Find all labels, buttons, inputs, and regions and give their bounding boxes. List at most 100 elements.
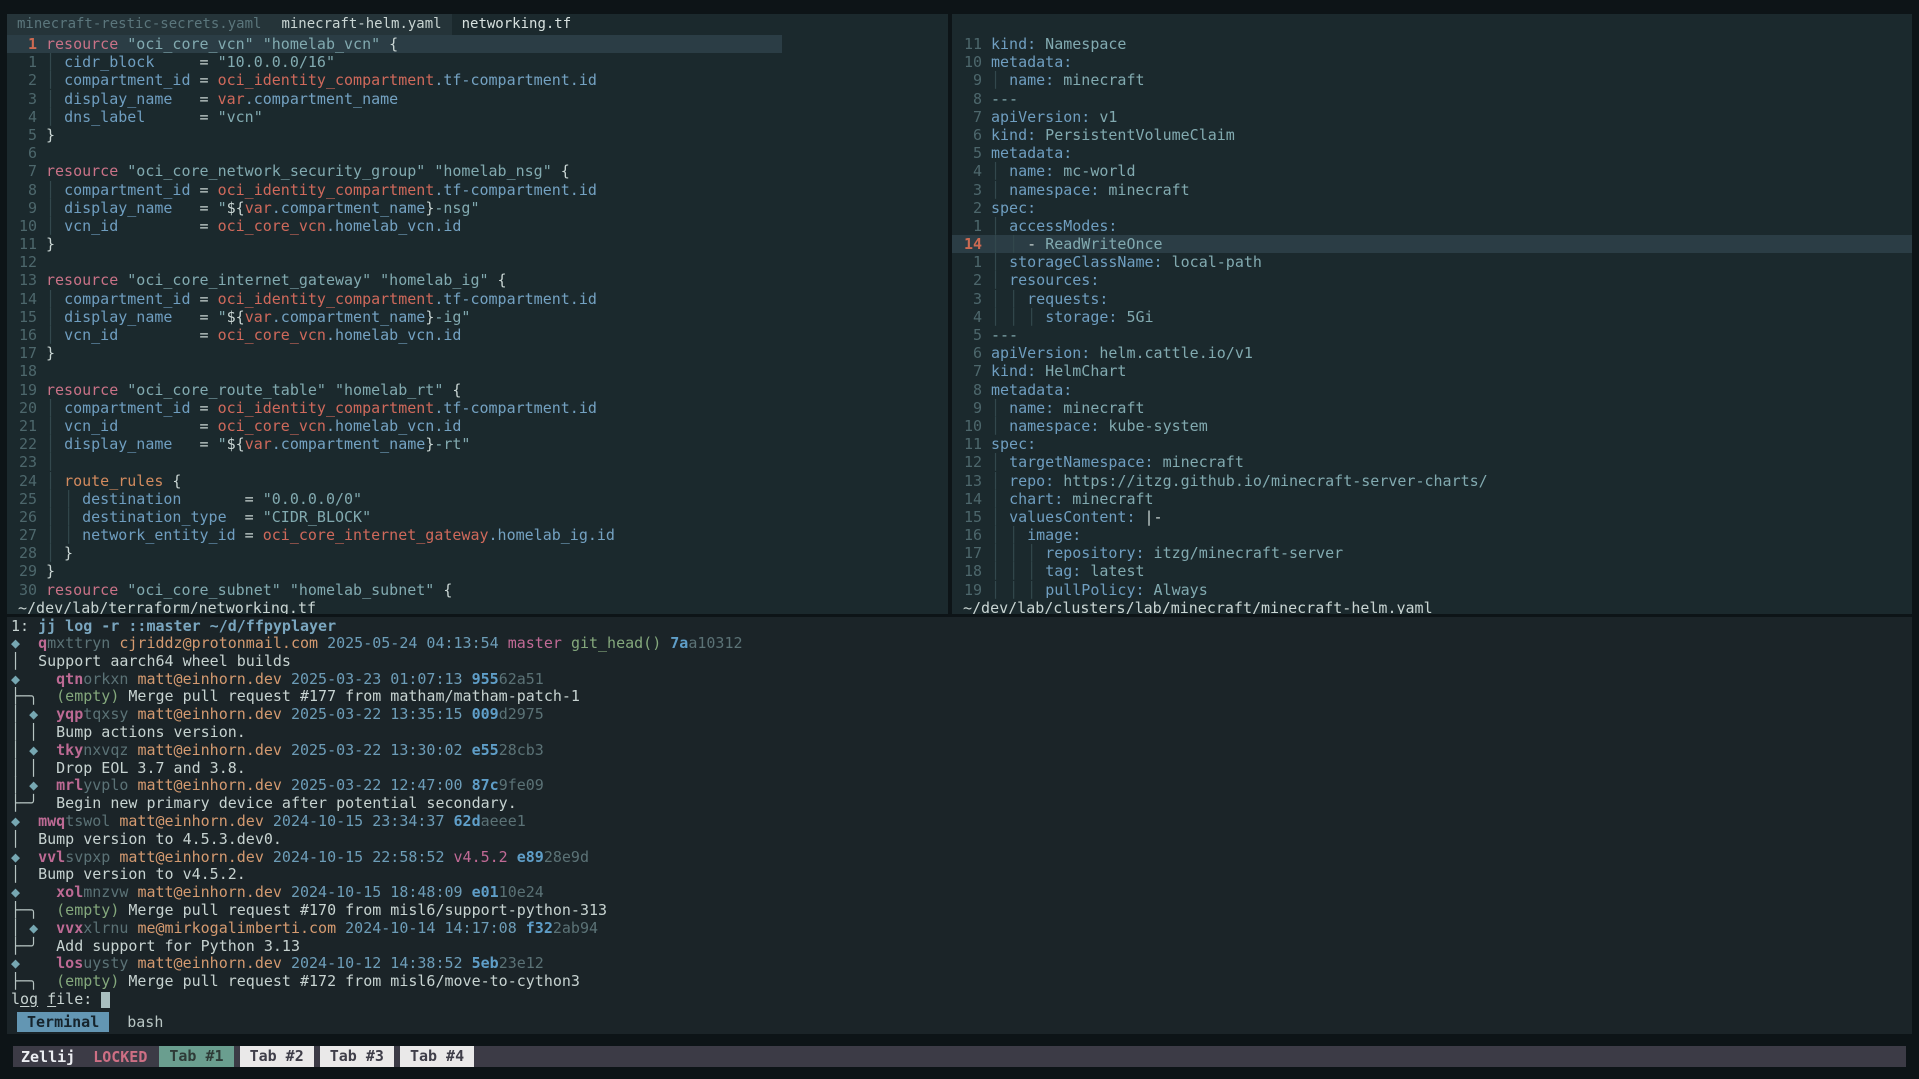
line-number: 8 [7, 181, 37, 199]
code-line: 18│ │ │ tag: latest [952, 562, 1912, 580]
terminal-pane[interactable]: 1: jj log -r ::master ~/d/ffpyplayer ◆ q… [7, 617, 1912, 1034]
editor-lines: 1resource "oci_core_vcn" "homelab_vcn" {… [7, 35, 948, 599]
line-text: ◆ mwqtswol matt@einhorn.dev 2024-10-15 2… [11, 813, 526, 831]
line-text: │ route_rules { [46, 472, 181, 490]
line-text: metadata: [991, 144, 1072, 162]
line-text: │ vcn_id = oci_core_vcn.homelab_vcn.id [46, 417, 461, 435]
code-line: 5metadata: [952, 144, 1912, 162]
line-text: │ repo: https://itzg.github.io/minecraft… [991, 472, 1488, 490]
line-text: ├─╯ Begin new primary device after poten… [11, 795, 517, 813]
code-line: 3│ namespace: minecraft [952, 181, 1912, 199]
zellij-tab-3[interactable]: Tab #3 [320, 1046, 394, 1067]
line-text: spec: [991, 199, 1036, 217]
line-text: │ │ network_entity_id = oci_core_interne… [46, 526, 615, 544]
line-text: ├─╮ (empty) Merge pull request #177 from… [11, 688, 580, 706]
code-line: 1 │ cidr_block = "10.0.0.0/16" [7, 53, 948, 71]
line-text: │ cidr_block = "10.0.0.0/16" [46, 53, 335, 71]
line-text: │ compartment_id = oci_identity_compartm… [46, 290, 597, 308]
code-line: 3│ │ requests: [952, 290, 1912, 308]
code-line: 23│ [7, 453, 948, 471]
code-line: 15│ valuesContent: |- [952, 508, 1912, 526]
line-number: 4 [952, 308, 982, 326]
line-text: ◆ xolmnzvw matt@einhorn.dev 2024-10-15 1… [11, 884, 544, 902]
code-line: ├─╮ (empty) Merge pull request #170 from… [11, 902, 1912, 920]
line-number: 2 [952, 271, 982, 289]
code-line: 7kind: HelmChart [952, 362, 1912, 380]
line-text: │ │ destination_type = "CIDR_BLOCK" [46, 508, 371, 526]
line-text [46, 144, 55, 162]
line-number: 19 [952, 581, 982, 599]
line-text: │ display_name = var.compartment_name [46, 90, 398, 108]
line-text: │ } [46, 544, 73, 562]
line-text: resource "oci_core_internet_gateway" "ho… [46, 271, 507, 289]
terminal-tab-bash[interactable]: bash [127, 1012, 163, 1032]
line-number: 3 [952, 290, 982, 308]
line-text: │ │ - ReadWriteOnce [991, 235, 1163, 253]
buffer-tab-minecraft-restic-secrets.yaml[interactable]: minecraft-restic-secrets.yaml [7, 14, 271, 35]
code-line: 17} [7, 344, 948, 362]
line-text: │ dns_label = "vcn" [46, 108, 263, 126]
line-number: 7 [7, 162, 37, 180]
line-number: 16 [952, 526, 982, 544]
code-line: 11spec: [952, 435, 1912, 453]
line-number: 28 [7, 544, 37, 562]
line-number: 11 [952, 435, 982, 453]
line-number: 4 [952, 162, 982, 180]
line-number: 18 [7, 362, 37, 380]
line-text: │ vcn_id = oci_core_vcn.homelab_vcn.id [46, 217, 461, 235]
code-line: 14│ compartment_id = oci_identity_compar… [7, 290, 948, 308]
line-text: │ ◆ vvxxlrnu me@mirkogalimberti.com 2024… [11, 920, 598, 938]
line-number: 26 [7, 508, 37, 526]
code-line: 19resource "oci_core_route_table" "homel… [7, 381, 948, 399]
line-number: 3 [952, 181, 982, 199]
editor-pane-networking: minecraft-restic-secrets.yamlminecraft-h… [7, 14, 948, 614]
line-text: │ [46, 453, 55, 471]
line-number: 8 [952, 90, 982, 108]
mode-indicator: LOCKED [93, 1048, 147, 1066]
line-number: 25 [7, 490, 37, 508]
line-number: 17 [7, 344, 37, 362]
line-number: 12 [952, 453, 982, 471]
line-text: │ │ Drop EOL 3.7 and 3.8. [11, 760, 246, 778]
buffer-tab-networking.tf[interactable]: networking.tf [452, 14, 582, 35]
line-text: │ storageClassName: local-path [991, 253, 1262, 271]
line-text [46, 362, 55, 380]
terminal-tab-terminal[interactable]: Terminal [17, 1012, 109, 1032]
line-text: │ ◆ yqptqxsy matt@einhorn.dev 2025-03-22… [11, 706, 544, 724]
code-line: 5--- [952, 326, 1912, 344]
code-line: 7resource "oci_core_network_security_gro… [7, 162, 948, 180]
code-line: │ │ Drop EOL 3.7 and 3.8. [11, 760, 1912, 778]
code-line: 10metadata: [952, 53, 1912, 71]
code-line: 12 [7, 253, 948, 271]
code-line: ├─╮ (empty) Merge pull request #172 from… [11, 973, 1912, 991]
line-text: │ compartment_id = oci_identity_compartm… [46, 71, 597, 89]
line-text: resource "oci_core_subnet" "homelab_subn… [46, 581, 452, 599]
line-number: 24 [7, 472, 37, 490]
line-number: 13 [7, 271, 37, 289]
line-text: │ vcn_id = oci_core_vcn.homelab_vcn.id [46, 326, 461, 344]
code-line: 17│ │ │ repository: itzg/minecraft-serve… [952, 544, 1912, 562]
code-line: 14│ chart: minecraft [952, 490, 1912, 508]
code-line: 1│ storageClassName: local-path [952, 253, 1912, 271]
line-text: │ ◆ tkynxvqz matt@einhorn.dev 2025-03-22… [11, 742, 544, 760]
line-number: 6 [952, 344, 982, 362]
line-text: │ │ image: [991, 526, 1081, 544]
code-line: ◆ qmxttryn cjriddz@protonmail.com 2025-0… [11, 635, 1912, 653]
line-number: 11 [952, 35, 982, 53]
line-number: 19 [7, 381, 37, 399]
code-line: │ Support aarch64 wheel builds [11, 653, 1912, 671]
zellij-tab-1[interactable]: Tab #1 [159, 1046, 233, 1067]
line-number: 1 [7, 53, 37, 71]
buffer-tab-minecraft-helm.yaml[interactable]: minecraft-helm.yaml [271, 14, 451, 35]
pane-title: 1: jj log -r ::master ~/d/ffpyplayer [7, 617, 1912, 635]
line-text: } [46, 126, 55, 144]
line-number: 6 [952, 126, 982, 144]
terminal-lines: ◆ qmxttryn cjriddz@protonmail.com 2025-0… [7, 635, 1912, 1009]
code-line: ├─╯ Begin new primary device after poten… [11, 795, 1912, 813]
line-text: │ compartment_id = oci_identity_compartm… [46, 399, 597, 417]
code-line: 29} [7, 562, 948, 580]
zellij-tab-2[interactable]: Tab #2 [240, 1046, 314, 1067]
line-text: --- [991, 90, 1018, 108]
zellij-tab-4[interactable]: Tab #4 [400, 1046, 474, 1067]
code-line: │ ◆ yqptqxsy matt@einhorn.dev 2025-03-22… [11, 706, 1912, 724]
